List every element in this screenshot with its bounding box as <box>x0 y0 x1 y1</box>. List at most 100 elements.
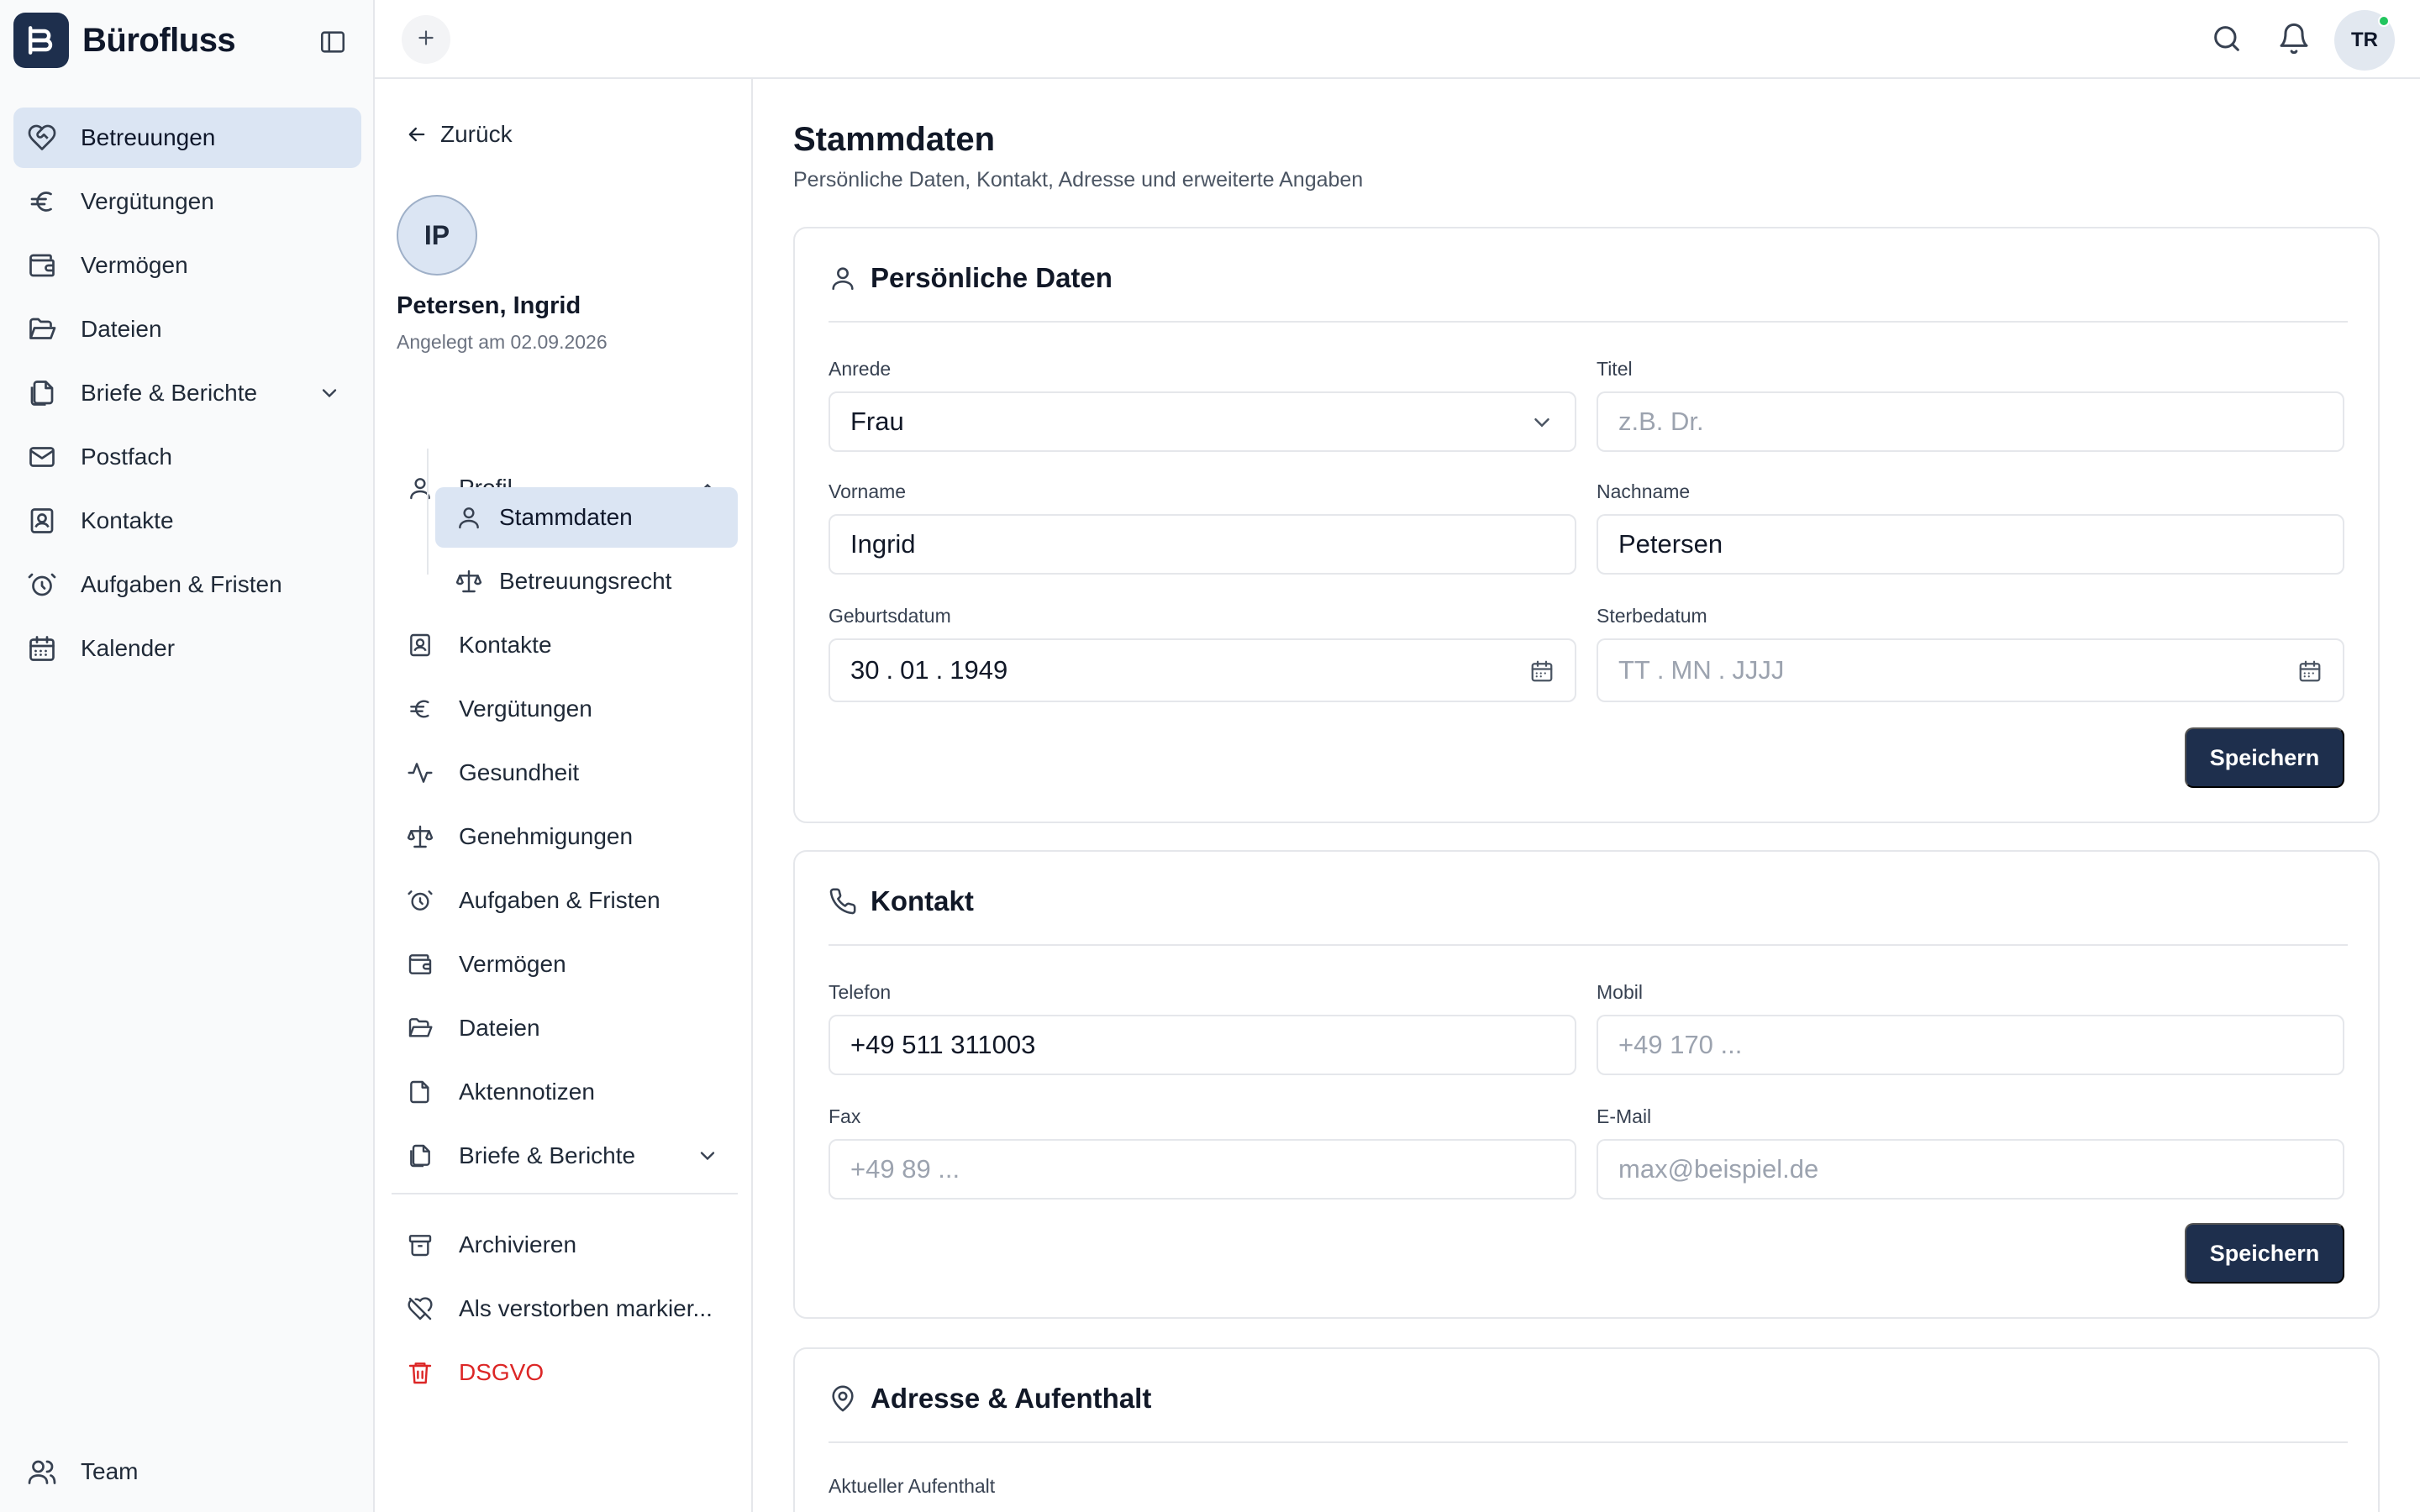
nachname-input[interactable]: Petersen <box>1597 514 2344 575</box>
nav-item-betreuungen[interactable]: Betreuungen <box>13 108 361 168</box>
arrow-left-icon <box>405 123 429 146</box>
mobil-input[interactable]: +49 170 ... <box>1597 1015 2344 1075</box>
nav-label: Team <box>81 1458 139 1484</box>
chevron-down-icon[interactable] <box>696 1144 719 1168</box>
nav-label: Stammdaten <box>499 504 633 530</box>
record-name: Petersen, Ingrid <box>397 292 581 319</box>
avatar-initials: TR <box>2351 29 2378 51</box>
card-divider <box>829 321 2348 323</box>
card-header: Adresse & Aufenthalt <box>829 1383 1151 1415</box>
top-bar: TR <box>375 0 2420 79</box>
alarm-clock-icon <box>407 887 434 914</box>
sterbedatum-label: Sterbedatum <box>1597 605 1707 627</box>
online-status-dot <box>2378 15 2390 27</box>
nav-item-dateien[interactable]: Dateien <box>13 299 361 360</box>
record-nav-stammdaten[interactable]: Stammdaten <box>435 487 738 548</box>
sidebar-toggle-icon[interactable] <box>316 25 350 59</box>
nav-item-kontakte[interactable]: Kontakte <box>13 491 361 551</box>
calendar-icon[interactable] <box>2297 659 2323 684</box>
nav-label: Dateien <box>81 316 162 342</box>
nav-label: Gesundheit <box>459 759 580 785</box>
archive-button[interactable]: Archivieren <box>385 1215 744 1275</box>
calendar-icon[interactable] <box>1529 659 1555 684</box>
search-icon[interactable] <box>2210 22 2247 59</box>
vorname-input[interactable]: Ingrid <box>829 514 1576 575</box>
anrede-value: Frau <box>850 407 904 436</box>
personal-data-card: Persönliche Daten Anrede Frau Titel z.B.… <box>793 227 2380 823</box>
user-avatar[interactable]: TR <box>2334 10 2395 71</box>
contact-book-icon <box>407 632 434 659</box>
date-month[interactable]: MN <box>1671 655 1712 685</box>
nav-item-team[interactable]: Team <box>13 1441 361 1502</box>
nav-label: Aufgaben & Fristen <box>81 571 282 597</box>
nav-label: Aktennotizen <box>459 1079 595 1105</box>
telefon-input[interactable]: +49 511 311003 <box>829 1015 1576 1075</box>
anrede-select[interactable]: Frau <box>829 391 1576 452</box>
mobil-label: Mobil <box>1597 981 1643 1003</box>
record-nav-gesundheit[interactable]: Gesundheit <box>385 743 744 803</box>
wallet-icon <box>27 250 57 281</box>
app-sidebar: Bürofluss Betreuungen Vergütungen Vermög… <box>0 0 375 1512</box>
nav-label: Genehmigungen <box>459 823 634 849</box>
nav-item-briefe-berichte[interactable]: Briefe & Berichte <box>13 363 361 423</box>
nav-label: Aufgaben & Fristen <box>459 887 660 913</box>
save-contact-button[interactable]: Speichern <box>2185 1223 2344 1284</box>
page-title: Stammdaten <box>793 121 996 158</box>
nachname-label: Nachname <box>1597 480 1691 502</box>
nav-label: Kalender <box>81 635 176 661</box>
card-title: Persönliche Daten <box>871 262 1113 293</box>
nav-label: Briefe & Berichte <box>81 380 258 406</box>
record-nav-aufgaben-fristen[interactable]: Aufgaben & Fristen <box>385 870 744 931</box>
record-nav-briefe-berichte[interactable]: Briefe & Berichte <box>385 1126 744 1186</box>
scale-icon <box>407 823 434 850</box>
app-logo-icon[interactable] <box>13 13 69 68</box>
sterbedatum-input[interactable]: TT. MN. JJJJ <box>1597 638 2344 702</box>
date-year[interactable]: 1949 <box>950 655 1007 685</box>
nav-label: Briefe & Berichte <box>459 1142 636 1168</box>
nav-item-kalender[interactable]: Kalender <box>13 618 361 679</box>
aufenthalt-label: Aktueller Aufenthalt <box>829 1475 996 1497</box>
nav-label: Postfach <box>81 444 172 470</box>
nav-label: Vergütungen <box>81 188 214 214</box>
trash-icon <box>407 1359 434 1386</box>
date-day[interactable]: TT <box>1618 655 1650 685</box>
nav-item-vermoegen[interactable]: Vermögen <box>13 235 361 296</box>
app-title: Bürofluss <box>82 21 236 59</box>
record-nav-genehmigungen[interactable]: Genehmigungen <box>385 806 744 867</box>
back-label: Zurück <box>440 121 513 147</box>
euro-icon <box>407 696 434 722</box>
email-input[interactable]: max@beispiel.de <box>1597 1139 2344 1200</box>
date-day[interactable]: 30 <box>850 655 879 685</box>
nav-item-aufgaben-fristen[interactable]: Aufgaben & Fristen <box>13 554 361 615</box>
titel-input[interactable]: z.B. Dr. <box>1597 391 2344 452</box>
record-nav-dateien[interactable]: Dateien <box>385 998 744 1058</box>
geburtsdatum-input[interactable]: 30. 01. 1949 <box>829 638 1576 702</box>
anrede-label: Anrede <box>829 358 892 380</box>
mark-deceased-button[interactable]: Als verstorben markier... <box>385 1278 744 1339</box>
bell-icon[interactable] <box>2277 22 2314 59</box>
activity-icon <box>407 759 434 786</box>
record-nav-vermoegen[interactable]: Vermögen <box>385 934 744 995</box>
nav-label: Kontakte <box>81 507 174 533</box>
dsgvo-delete-button[interactable]: DSGVO <box>385 1342 744 1403</box>
user-icon <box>829 264 857 292</box>
record-nav-aktennotizen[interactable]: Aktennotizen <box>385 1062 744 1122</box>
save-personal-button[interactable]: Speichern <box>2185 727 2344 788</box>
add-button[interactable] <box>402 15 450 64</box>
record-avatar: IP <box>397 195 477 276</box>
date-year[interactable]: JJJJ <box>1732 655 1784 685</box>
chevron-down-icon[interactable] <box>318 381 341 405</box>
back-link[interactable]: Zurück <box>405 121 513 148</box>
nav-label: Archivieren <box>459 1231 577 1257</box>
files-icon <box>407 1142 434 1169</box>
nav-label: Vergütungen <box>459 696 592 722</box>
heart-off-icon <box>407 1295 434 1322</box>
nav-item-verguetungen[interactable]: Vergütungen <box>13 171 361 232</box>
record-nav-kontakte[interactable]: Kontakte <box>385 615 744 675</box>
nav-item-postfach[interactable]: Postfach <box>13 427 361 487</box>
fax-input[interactable]: +49 89 ... <box>829 1139 1576 1200</box>
date-month[interactable]: 01 <box>900 655 929 685</box>
record-nav-betreuungsrecht[interactable]: Betreuungsrecht <box>435 551 738 612</box>
user-icon <box>455 504 482 531</box>
record-nav-verguetungen[interactable]: Vergütungen <box>385 679 744 739</box>
